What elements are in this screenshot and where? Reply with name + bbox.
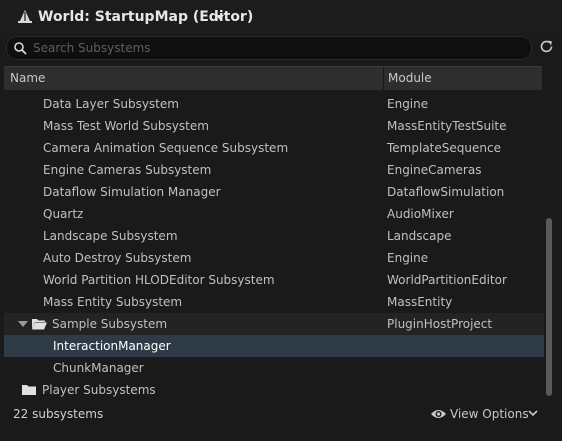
- subsystem-name: Data Layer Subsystem: [43, 97, 179, 111]
- subsystem-name: Mass Test World Subsystem: [43, 119, 209, 133]
- refresh-icon[interactable]: [538, 38, 555, 55]
- subsystem-name: Camera Animation Sequence Subsystem: [43, 141, 289, 155]
- eye-icon: [431, 410, 446, 418]
- list-item[interactable]: Dataflow Simulation Manager DataflowSimu…: [4, 181, 544, 203]
- subsystem-name: InteractionManager: [53, 339, 171, 353]
- search-box[interactable]: [6, 36, 532, 60]
- column-divider[interactable]: [383, 67, 384, 90]
- expand-arrow-icon[interactable]: [18, 321, 28, 327]
- chevron-down-icon[interactable]: [216, 15, 224, 20]
- list-item[interactable]: Mass Test World Subsystem MassEntityTest…: [4, 115, 544, 137]
- folder-icon: [22, 385, 36, 395]
- subsystem-name: Landscape Subsystem: [43, 229, 178, 243]
- world-icon: [18, 10, 32, 23]
- footer-bar: 22 subsystems View Options: [0, 402, 562, 441]
- chevron-down-icon: [528, 410, 538, 417]
- subsystem-name: World Partition HLODEditor Subsystem: [43, 273, 275, 287]
- scrollbar-thumb[interactable]: [546, 218, 552, 396]
- column-module-header[interactable]: Module: [388, 71, 432, 85]
- subsystem-name: Dataflow Simulation Manager: [43, 185, 221, 199]
- subsystem-module: Engine: [387, 97, 429, 111]
- column-name-header[interactable]: Name: [10, 71, 45, 85]
- subsystem-name: Auto Destroy Subsystem: [43, 251, 192, 265]
- subsystem-module: EngineCameras: [387, 163, 482, 177]
- list-item[interactable]: Data Layer Subsystem Engine: [4, 93, 544, 115]
- list-item[interactable]: Auto Destroy Subsystem Engine: [4, 247, 544, 269]
- subsystem-name: ChunkManager: [53, 361, 144, 375]
- subsystem-module: Engine: [387, 251, 429, 265]
- column-header: Name Module: [4, 66, 542, 90]
- subsystem-module: TemplateSequence: [387, 141, 501, 155]
- subsystem-module: MassEntity: [387, 295, 453, 309]
- group-row-player-subsystems[interactable]: Player Subsystems: [4, 379, 544, 401]
- subsystem-module: DataflowSimulation: [387, 185, 505, 199]
- subsystem-module: Landscape: [387, 229, 452, 243]
- list-item[interactable]: Mass Entity Subsystem MassEntity: [4, 291, 544, 313]
- list-item[interactable]: Engine Cameras Subsystem EngineCameras: [4, 159, 544, 181]
- group-row-sample-subsystem[interactable]: Sample Subsystem PluginHostProject: [4, 313, 544, 335]
- list-item[interactable]: Landscape Subsystem Landscape: [4, 225, 544, 247]
- list-item[interactable]: Camera Animation Sequence Subsystem Temp…: [4, 137, 544, 159]
- subsystem-name: Mass Entity Subsystem: [43, 295, 183, 309]
- window-header: World: StartupMap (Editor): [0, 0, 562, 34]
- subsystem-module: MassEntityTestSuite: [387, 119, 507, 133]
- list-item[interactable]: World Partition HLODEditor Subsystem Wor…: [4, 269, 544, 291]
- search-input[interactable]: [33, 39, 513, 56]
- folder-open-icon: [32, 319, 47, 330]
- subsystem-name: Engine Cameras Subsystem: [43, 163, 212, 177]
- subsystem-list: Data Layer Subsystem Engine Mass Test Wo…: [4, 93, 544, 401]
- list-item[interactable]: ChunkManager: [4, 357, 544, 379]
- subsystem-module: AudioMixer: [387, 207, 454, 221]
- subsystem-name: Quartz: [43, 207, 84, 221]
- group-name: Sample Subsystem: [52, 317, 168, 331]
- search-icon: [14, 42, 27, 55]
- list-item-selected[interactable]: InteractionManager: [4, 335, 544, 357]
- subsystem-module: WorldPartitionEditor: [387, 273, 507, 287]
- view-options-label: View Options: [450, 407, 529, 421]
- group-module: PluginHostProject: [387, 317, 493, 331]
- list-item[interactable]: Quartz AudioMixer: [4, 203, 544, 225]
- subsystem-count: 22 subsystems: [13, 407, 104, 421]
- group-name: Player Subsystems: [42, 383, 156, 397]
